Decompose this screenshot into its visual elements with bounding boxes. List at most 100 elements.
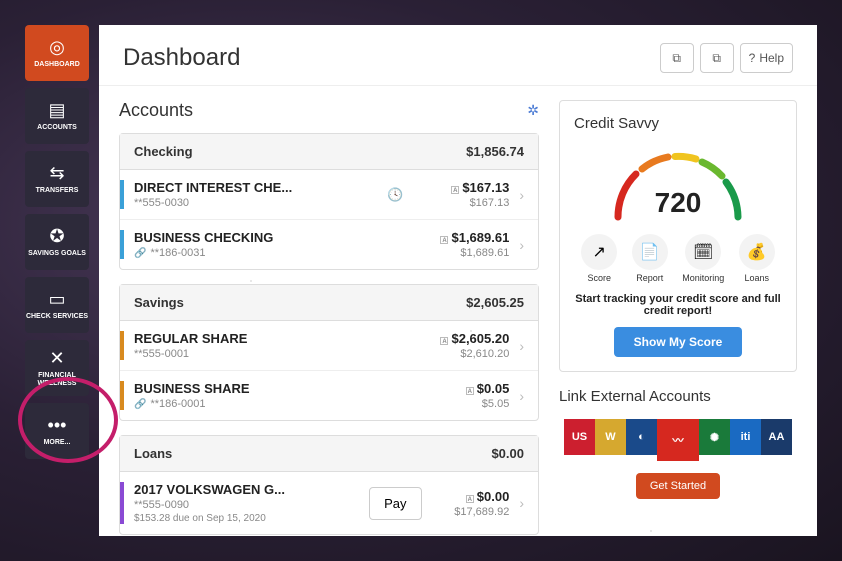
account-row[interactable]: BUSINESS CHECKING🔗**186-0031A$1,689.61$1…: [120, 220, 538, 269]
account-balance-primary: A$1,689.61: [425, 230, 509, 245]
sidebar-icon: ◎: [49, 37, 65, 58]
link-external-panel: Link External Accounts USW◐〰✺itiAA Get S…: [559, 388, 797, 499]
help-button[interactable]: ?Help: [740, 43, 793, 73]
show-score-button[interactable]: Show My Score: [614, 327, 743, 357]
main-panel: Dashboard ⧉ ⧉ ?Help Accounts ✲ Checking$…: [99, 25, 817, 536]
credit-tagline: Start tracking your credit score and ful…: [574, 293, 782, 317]
account-balance-secondary: $167.13: [425, 197, 509, 209]
group-name: Checking: [134, 144, 193, 159]
account-balance-primary: A$2,605.20: [425, 331, 509, 346]
header: Dashboard ⧉ ⧉ ?Help: [99, 25, 817, 86]
copy-button-1[interactable]: ⧉: [660, 43, 694, 73]
badge-icon: A: [440, 236, 448, 244]
account-name: DIRECT INTEREST CHE...: [134, 180, 365, 195]
page-title: Dashboard: [123, 44, 240, 72]
sidebar-icon: ▭: [48, 289, 65, 310]
sidebar-icon: ⇆: [49, 163, 64, 184]
sidebar-item-savings-goals[interactable]: ✪ SAVINGS GOALS: [25, 214, 89, 270]
account-row[interactable]: BUSINESS SHARE 🔗**186-0001 A$0.05 $5.05 ›: [120, 371, 538, 420]
bank-logo[interactable]: ✺: [699, 419, 730, 455]
sidebar-item-label: DASHBOARD: [34, 61, 80, 69]
sidebar-item-dashboard[interactable]: ◎ DASHBOARD: [25, 25, 89, 81]
chevron-right-icon: ›: [515, 388, 528, 404]
sidebar-item-label: FINANCIAL WELLNESS: [25, 372, 89, 387]
sidebar-icon: ▤: [48, 100, 65, 121]
group-header: Loans$0.00: [120, 436, 538, 472]
pay-button[interactable]: Pay: [369, 487, 421, 520]
credit-action-loans[interactable]: 💰 Loans: [739, 234, 775, 283]
credit-action-report[interactable]: 📄 Report: [632, 234, 668, 283]
gear-icon[interactable]: ✲: [527, 102, 539, 119]
credit-action-label: Report: [636, 273, 663, 283]
accounts-column: Accounts ✲ Checking$1,856.74 DIRECT INTER…: [99, 86, 559, 536]
right-column: Credit Savvy 720 ↗ Score 📄 Report 🗓 Monitorin…: [559, 86, 817, 536]
copy-button-2[interactable]: ⧉: [700, 43, 734, 73]
help-icon: ?: [749, 51, 756, 65]
account-group-loans: Loans$0.002017 VOLKSWAGEN G...**555-0090…: [119, 435, 539, 535]
group-header: Checking$1,856.74: [120, 134, 538, 170]
group-name: Savings: [134, 295, 184, 310]
account-name: BUSINESS SHARE: [134, 381, 365, 396]
account-number: **555-0090: [134, 499, 365, 511]
external-heading: Link External Accounts: [559, 388, 797, 405]
account-group-checking: Checking$1,856.74 DIRECT INTEREST CHE... *…: [119, 133, 539, 270]
account-row[interactable]: DIRECT INTEREST CHE...**555-0030🕓A$167.1…: [120, 170, 538, 220]
sidebar-item-label: MORE...: [44, 439, 71, 447]
badge-icon: A: [440, 337, 448, 345]
credit-action-label: Monitoring: [682, 273, 724, 283]
sidebar-item-label: ACCOUNTS: [37, 124, 77, 132]
get-started-button[interactable]: Get Started: [636, 473, 720, 499]
account-balance-secondary: $5.05: [425, 398, 509, 410]
chevron-right-icon: ›: [515, 495, 528, 511]
sidebar-item-label: CHECK SERVICES: [26, 313, 88, 321]
sidebar-item-check-services[interactable]: ▭ CHECK SERVICES: [25, 277, 89, 333]
credit-action-icon: ↗: [581, 234, 617, 270]
credit-action-monitoring[interactable]: 🗓 Monitoring: [682, 234, 724, 283]
account-balance-secondary: $1,689.61: [425, 247, 509, 259]
sidebar: ◎ DASHBOARD ▤ ACCOUNTS ⇆ TRANSFERS ✪ SAVINGS GO…: [25, 25, 99, 536]
account-balance-primary: A$0.00: [425, 489, 509, 504]
chevron-right-icon: ›: [515, 338, 528, 354]
badge-icon: A: [466, 495, 474, 503]
sidebar-item-financial-wellness[interactable]: ✕FINANCIAL WELLNESS: [25, 340, 89, 396]
group-header: Savings$2,605.25: [120, 285, 538, 321]
bank-logo[interactable]: AA: [761, 419, 792, 455]
group-total: $0.00: [491, 446, 524, 461]
credit-action-icon: 🗓: [685, 234, 721, 270]
sidebar-item-transfers[interactable]: ⇆ TRANSFERS: [25, 151, 89, 207]
account-balance-primary: A$0.05: [425, 381, 509, 396]
credit-action-label: Score: [587, 273, 611, 283]
credit-action-label: Loans: [744, 273, 769, 283]
account-name: BUSINESS CHECKING: [134, 230, 365, 245]
credit-score-value: 720: [598, 187, 758, 219]
sidebar-icon: ✪: [49, 226, 64, 247]
badge-icon: A: [466, 387, 474, 395]
credit-heading: Credit Savvy: [574, 115, 782, 132]
account-number: 🔗**186-0001: [134, 398, 365, 410]
account-row[interactable]: REGULAR SHARE**555-0001A$2,605.20$2,610.…: [120, 321, 538, 371]
credit-action-icon: 📄: [632, 234, 668, 270]
account-number: **555-0001: [134, 348, 365, 360]
bank-logo[interactable]: iti: [730, 419, 761, 455]
bank-logo[interactable]: 〰: [657, 419, 699, 461]
sidebar-item-more-[interactable]: ••• MORE...: [25, 403, 89, 459]
sidebar-icon: •••: [48, 415, 67, 436]
account-balance-primary: A$167.13: [425, 180, 509, 195]
accounts-heading: Accounts: [119, 100, 193, 121]
sidebar-item-label: SAVINGS GOALS: [28, 250, 86, 258]
badge-icon: A: [451, 186, 459, 194]
link-icon: 🔗: [134, 248, 146, 259]
bank-logo[interactable]: W: [595, 419, 626, 455]
sidebar-item-label: TRANSFERS: [36, 187, 79, 195]
bank-logo[interactable]: ◐: [626, 419, 657, 455]
credit-savvy-panel: Credit Savvy 720 ↗ Score 📄 Report 🗓 Monitorin…: [559, 100, 797, 372]
chevron-right-icon: ›: [515, 187, 528, 203]
sidebar-item-accounts[interactable]: ▤ ACCOUNTS: [25, 88, 89, 144]
bank-logo[interactable]: US: [564, 419, 595, 455]
credit-action-score[interactable]: ↗ Score: [581, 234, 617, 283]
account-name: REGULAR SHARE: [134, 331, 365, 346]
account-row[interactable]: 2017 VOLKSWAGEN G...**555-0090$153.28 du…: [120, 472, 538, 534]
account-number: **555-0030: [134, 197, 365, 209]
credit-action-icon: 💰: [739, 234, 775, 270]
credit-gauge: 720: [598, 142, 758, 222]
